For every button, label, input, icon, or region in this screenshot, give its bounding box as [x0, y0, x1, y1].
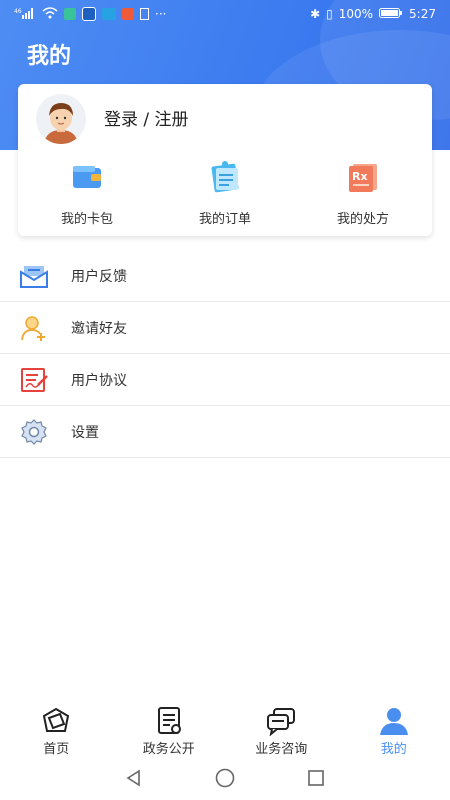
wifi-icon [42, 6, 58, 22]
tab-home[interactable]: 首页 [0, 700, 113, 760]
login-register-link[interactable]: 登录 / 注册 [104, 105, 189, 130]
menu-item-user-agreement[interactable]: 用户协议 [0, 354, 450, 406]
tab-label: 首页 [43, 742, 70, 757]
vibrate-icon: ▯ [326, 7, 333, 21]
app-notification-icon [82, 7, 96, 21]
more-notifications-icon: ··· [155, 7, 167, 21]
menu-item-settings[interactable]: 设置 [0, 406, 450, 458]
back-icon[interactable] [124, 768, 144, 792]
menu-item-label: 用户反馈 [71, 268, 127, 285]
gear-icon [19, 417, 49, 447]
signal-icon: 46 [14, 7, 36, 22]
bluetooth-icon: ✱ [310, 7, 321, 21]
clipboard-icon [205, 156, 245, 196]
prescription-icon: Rx [343, 156, 383, 196]
home-icon [40, 706, 72, 736]
document-icon [153, 706, 185, 736]
user-icon [378, 706, 410, 736]
my-wallet-button[interactable]: 我的卡包 [18, 156, 156, 227]
page-title: 我的 [27, 44, 72, 69]
tab-label: 政务公开 [142, 742, 195, 757]
menu-item-label: 邀请好友 [71, 320, 127, 337]
tab-label: 我的 [380, 742, 407, 757]
app-notification-icon [102, 8, 116, 20]
avatar[interactable] [36, 94, 86, 144]
chat-icon [265, 706, 297, 737]
agreement-icon [19, 365, 49, 395]
tab-label: 业务咨询 [255, 742, 308, 757]
menu-item-label: 用户协议 [71, 372, 127, 389]
battery-percent: 100% [338, 7, 374, 21]
battery-icon [379, 7, 403, 22]
settings-menu: 用户反馈 邀请好友 用户协议 设置 [0, 250, 450, 458]
recent-apps-icon[interactable] [306, 768, 326, 792]
menu-item-label: 设置 [71, 424, 99, 441]
my-orders-label: 我的订单 [198, 212, 251, 227]
my-prescriptions-button[interactable]: Rx 我的处方 [294, 156, 432, 227]
menu-item-feedback[interactable]: 用户反馈 [0, 250, 450, 302]
tab-mine[interactable]: 我的 [338, 700, 450, 760]
app-notification-icon [122, 8, 134, 20]
svg-text:46: 46 [14, 8, 22, 15]
tab-business-consulting[interactable]: 业务咨询 [225, 700, 338, 760]
my-prescriptions-label: 我的处方 [336, 212, 389, 227]
home-button-icon[interactable] [214, 767, 236, 793]
menu-item-invite-friends[interactable]: 邀请好友 [0, 302, 450, 354]
tab-government-affairs[interactable]: 政务公开 [113, 700, 226, 760]
feedback-mail-icon [19, 261, 49, 291]
bottom-tab-bar: 首页 政务公开 业务咨询 我的 [0, 700, 450, 760]
app-notification-icon [64, 8, 76, 20]
profile-card: 登录 / 注册 我的卡包 我的订单 Rx 我的处方 [18, 84, 432, 236]
wallet-icon [67, 156, 107, 196]
clock: 5:27 [409, 7, 436, 21]
system-navigation-bar [0, 760, 450, 800]
my-orders-button[interactable]: 我的订单 [156, 156, 294, 227]
status-bar: 46 ··· ✱ ▯ 100% 5:27 [0, 0, 450, 28]
svg-text:Rx: Rx [352, 170, 368, 183]
invite-user-icon [19, 313, 49, 343]
app-notification-icon [140, 8, 149, 20]
my-wallet-label: 我的卡包 [60, 212, 113, 227]
